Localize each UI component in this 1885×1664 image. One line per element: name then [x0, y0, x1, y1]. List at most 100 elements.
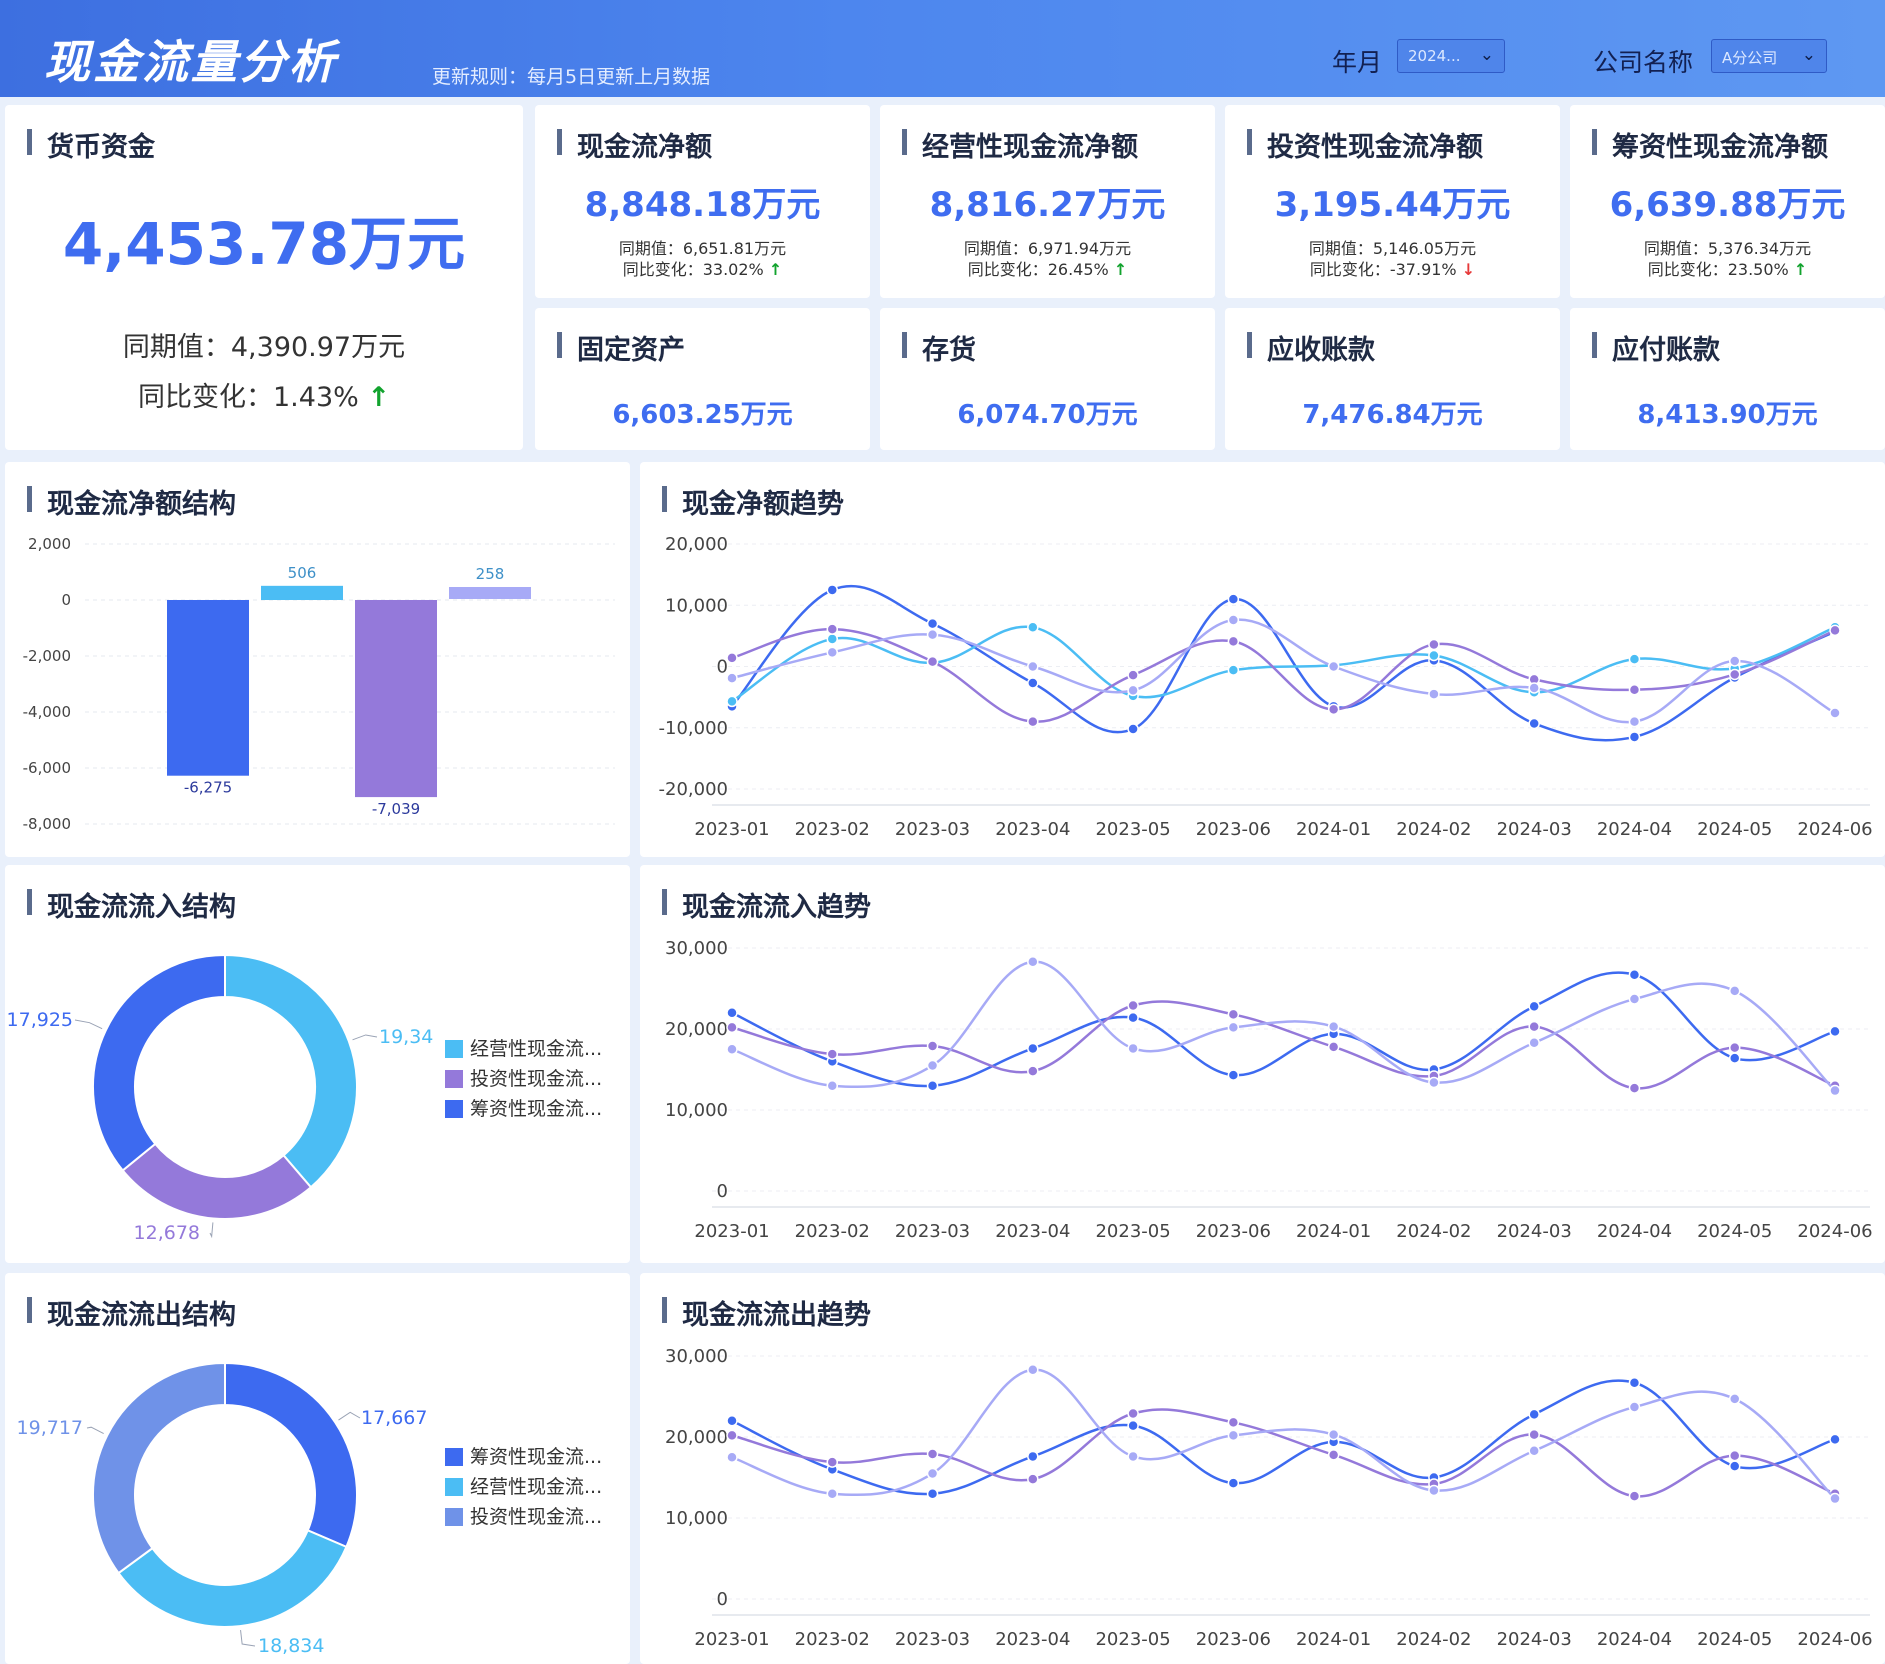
update-rule-text: 更新规则：每月5日更新上月数据: [432, 66, 711, 88]
data-point: [1027, 1473, 1039, 1485]
series-line: [731, 627, 1836, 723]
series-line: [731, 1408, 1836, 1498]
series-line: [731, 1000, 1836, 1090]
data-point: [1628, 1490, 1641, 1502]
panel-outflow-trend: 现金流流出趋势 30,000 20,000 10,000 0 2023-01 2023-0…: [640, 1273, 1885, 1664]
donut-slice: [121, 1142, 313, 1220]
data-point: [1728, 1449, 1741, 1462]
data-point: [1528, 1020, 1540, 1033]
data-point: [826, 1048, 839, 1060]
data-point: [1728, 668, 1741, 681]
leader-line: [74, 1019, 103, 1030]
kpi-card-payables: 应付账款 8,413.90万元: [1570, 308, 1885, 450]
x-tick-label: 2024-04: [1597, 1629, 1672, 1650]
data-point: [1628, 993, 1641, 1005]
data-point: [1227, 1069, 1240, 1081]
series-line: [731, 618, 1836, 724]
panel-inflow-structure: 现金流流入结构 19,34 12,678 17,925 经营性现金流... 投资性现金流…: [5, 865, 630, 1263]
legend-swatch: [445, 1040, 463, 1058]
data-point: [726, 1415, 738, 1427]
data-point: [1628, 1401, 1641, 1413]
legend-swatch: [445, 1508, 463, 1526]
arrow-up-icon: ↑: [1793, 260, 1808, 279]
y-tick-label: 0: [61, 591, 71, 609]
panel-inflow-trend: 现金流流入趋势 30,000 20,000 10,000 0 2023-01 2023-0…: [640, 865, 1885, 1263]
kpi-title: 货币资金: [27, 125, 155, 164]
leader-line: [86, 1426, 104, 1434]
arrow-up-icon: ↑: [1113, 260, 1128, 279]
outflow-structure-chart: 17,667 18,834 19,717 筹资性现金流... 经营性现金流... 投资性现…: [17, 1361, 602, 1657]
arrow-down-icon: ↓: [1461, 260, 1476, 279]
legend-label: 筹资性现金流...: [470, 1098, 602, 1120]
data-point: [1528, 682, 1540, 694]
data-point: [1528, 717, 1540, 730]
data-point: [826, 584, 839, 596]
data-point: [726, 1451, 738, 1463]
kpi-title: 经营性现金流净额: [902, 125, 1138, 164]
data-point: [1327, 1020, 1340, 1033]
data-point: [1027, 1042, 1039, 1055]
data-point: [1027, 1065, 1039, 1077]
x-tick-label: 2024-03: [1497, 819, 1572, 840]
data-point: [1227, 1429, 1240, 1442]
data-point: [726, 1043, 738, 1055]
x-tick-label: 2024-03: [1497, 1629, 1572, 1650]
data-point: [726, 672, 738, 684]
kpi-value: 7,476.84万元: [1302, 400, 1483, 430]
period-select[interactable]: 2024... ⌄: [1397, 39, 1505, 73]
data-point: [826, 1487, 839, 1500]
header-bar: 现金流量分析 更新规则：每月5日更新上月数据 年月 2024... ⌄ 公司名称…: [0, 0, 1885, 97]
x-tick-label: 2023-04: [995, 1629, 1070, 1650]
data-point: [926, 1040, 939, 1052]
x-tick-label: 2024-02: [1396, 1221, 1471, 1242]
data-point: [726, 1429, 738, 1442]
chevron-down-icon: ⌄: [1801, 45, 1816, 65]
kpi-title: 存货: [902, 328, 976, 367]
kpi-change: 同比变化：26.45% ↑: [880, 256, 1215, 280]
data-point: [1227, 1008, 1240, 1021]
x-tick-label: 2023-03: [895, 819, 970, 840]
kpi-title: 固定资产: [557, 328, 685, 367]
data-point: [1027, 621, 1039, 634]
data-point: [1628, 731, 1641, 743]
net-trend-chart: 20,000 10,000 0 -10,000 -20,000 2023-01 2023-0…: [659, 534, 1873, 840]
kpi-title: 应付账款: [1592, 328, 1720, 367]
data-point: [926, 1079, 939, 1092]
kpi-card-monetary-funds: 货币资金 4,453.78万元 同期值：4,390.97万元 同比变化：1.43…: [5, 105, 523, 450]
y-tick-label: -2,000: [23, 647, 71, 665]
y-tick-label: -6,000: [23, 759, 71, 777]
data-point: [926, 1467, 939, 1480]
data-point: [1127, 1450, 1139, 1463]
x-tick-label: 2024-06: [1797, 1629, 1872, 1650]
data-point: [726, 695, 738, 708]
x-tick-label: 2024-05: [1697, 819, 1772, 840]
arrow-up-icon: ↑: [367, 382, 390, 413]
x-tick-label: 2023-05: [1095, 819, 1170, 840]
x-tick-label: 2023-06: [1196, 819, 1271, 840]
legend-label: 筹资性现金流...: [470, 1446, 602, 1468]
x-tick-label: 2023-03: [895, 1629, 970, 1650]
data-point: [1428, 688, 1440, 700]
kpi-card-fixed-assets: 固定资产 6,603.25万元: [535, 308, 870, 450]
y-tick-label: -8,000: [23, 815, 71, 833]
y-tick-label: 10,000: [665, 595, 728, 616]
data-point: [926, 1487, 939, 1500]
data-point: [1628, 715, 1641, 728]
data-point: [1528, 1408, 1540, 1421]
x-tick-label: 2024-06: [1797, 1221, 1872, 1242]
panel-net-structure: 现金流净额结构 2,000 0 -2,000 -4,000 -6,000 -8,000 -6…: [5, 462, 630, 857]
kpi-value: 6,639.88万元: [1609, 185, 1846, 225]
leader-line: [240, 1630, 256, 1647]
company-select[interactable]: A分公司 ⌄: [1711, 39, 1827, 73]
y-tick-label: 20,000: [665, 1427, 728, 1448]
x-tick-label: 2023-04: [995, 1221, 1070, 1242]
data-point: [1027, 1450, 1039, 1463]
data-point: [926, 1059, 939, 1072]
x-tick-label: 2023-01: [694, 1629, 769, 1650]
data-label: 258: [476, 565, 505, 583]
donut-slice: [224, 1361, 358, 1549]
data-point: [926, 655, 939, 668]
data-point: [1127, 669, 1139, 681]
data-point: [1428, 649, 1440, 662]
data-point: [1027, 956, 1039, 968]
